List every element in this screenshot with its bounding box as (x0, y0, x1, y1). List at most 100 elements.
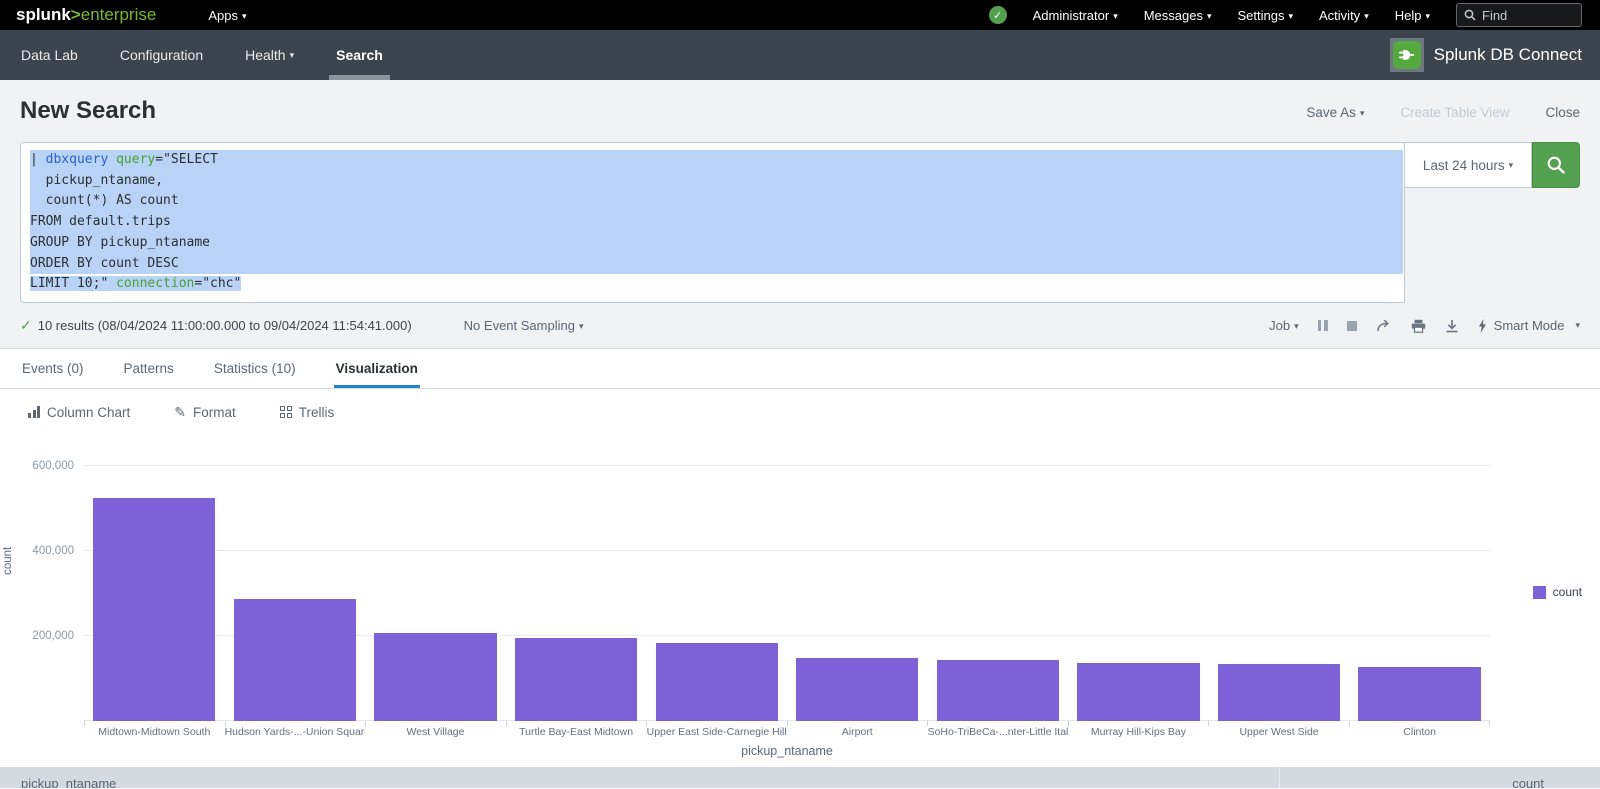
x-axis-category-label: Clinton (1349, 726, 1490, 744)
print-icon (1411, 319, 1426, 333)
health-status-icon[interactable]: ✓ (989, 6, 1007, 24)
legend-swatch (1533, 586, 1546, 599)
visualization-toolbar: Column Chart ✎ Format Trellis (0, 389, 1600, 435)
chevron-down-icon: ▾ (1364, 11, 1369, 21)
x-axis-title: pickup_ntaname (84, 744, 1490, 762)
chevron-down-icon: ▾ (1575, 320, 1580, 331)
top-chrome-bar: splunk>enterprise Apps▾ ✓ Administrator▾… (0, 0, 1600, 30)
x-axis-category-label: West Village (365, 726, 506, 744)
column-header-pickup-ntaname[interactable]: pickup_ntaname (0, 767, 1280, 788)
chevron-down-icon: ▾ (1425, 11, 1430, 21)
search-mode-menu[interactable]: Smart Mode▾ (1478, 318, 1580, 333)
administrator-menu[interactable]: Administrator▾ (1033, 8, 1118, 23)
statistics-table-header: pickup_ntaname count (0, 767, 1600, 788)
plot-area (84, 445, 1490, 721)
activity-menu[interactable]: Activity▾ (1319, 8, 1369, 23)
app-nav-bar: Data Lab Configuration Health▾ Search Sp… (0, 30, 1600, 80)
messages-menu[interactable]: Messages▾ (1144, 8, 1212, 23)
tab-statistics[interactable]: Statistics (10) (212, 349, 298, 388)
chevron-down-icon: ▾ (242, 11, 247, 21)
chart-bar[interactable] (1358, 667, 1480, 721)
chart-legend[interactable]: count (1533, 585, 1582, 599)
trellis-button[interactable]: Trellis (280, 405, 335, 420)
x-axis-category-labels: Midtown-Midtown SouthHudson Yards-...-Un… (84, 726, 1490, 744)
y-axis-ticks: 200,000400,000600,000 (26, 445, 84, 721)
chart-bar[interactable] (515, 638, 637, 721)
event-sampling-menu[interactable]: No Event Sampling▾ (464, 318, 584, 333)
query-line: GROUP BY pickup_ntaname (30, 233, 1395, 254)
close-button[interactable]: Close (1545, 105, 1580, 120)
nav-item-health[interactable]: Health▾ (224, 30, 315, 80)
chart-bar[interactable] (1077, 663, 1199, 721)
chart-bar[interactable] (234, 599, 356, 721)
chevron-down-icon: ▾ (1360, 108, 1365, 118)
query-line: pickup_ntaname, (30, 171, 1395, 192)
x-axis-category-label: Turtle Bay-East Midtown (506, 726, 647, 744)
trellis-grid-icon (280, 406, 292, 418)
splunk-logo[interactable]: splunk>enterprise (16, 5, 156, 25)
share-icon (1376, 319, 1392, 333)
share-button[interactable] (1376, 319, 1392, 333)
query-line: | dbxquery query="SELECT (30, 150, 1395, 171)
results-summary: 10 results (08/04/2024 11:00:00.000 to 0… (38, 318, 412, 333)
column-header-count[interactable]: count (1280, 767, 1600, 788)
chart-type-button[interactable]: Column Chart (28, 405, 130, 420)
download-icon (1445, 319, 1459, 333)
x-axis-category-label: Upper East Side-Carnegie Hill (646, 726, 787, 744)
chevron-down-icon: ▾ (1294, 321, 1299, 331)
chart-bar[interactable] (796, 658, 918, 721)
search-query-input[interactable]: | dbxquery query="SELECT pickup_ntaname,… (20, 142, 1405, 303)
settings-menu[interactable]: Settings▾ (1238, 8, 1294, 23)
run-search-button[interactable] (1532, 142, 1580, 188)
legend-label: count (1553, 585, 1582, 599)
job-status-bar: ✓ 10 results (08/04/2024 11:00:00.000 to… (0, 303, 1600, 349)
search-icon (1546, 155, 1566, 175)
chevron-down-icon: ▾ (1509, 160, 1514, 171)
lightning-bolt-icon (1478, 319, 1487, 333)
save-as-button[interactable]: Save As▾ (1306, 105, 1364, 120)
x-axis-category-label: Airport (787, 726, 928, 744)
query-line: LIMIT 10;" connection="chc" (30, 274, 1395, 295)
chart-bar[interactable] (937, 660, 1059, 721)
job-menu[interactable]: Job▾ (1269, 318, 1299, 333)
app-title: Splunk DB Connect (1434, 45, 1582, 65)
query-line: FROM default.trips (30, 212, 1395, 233)
page-title: New Search (20, 97, 156, 125)
pause-button[interactable] (1318, 320, 1328, 331)
export-button[interactable] (1445, 319, 1459, 333)
create-table-view-button: Create Table View (1400, 105, 1509, 120)
x-axis-category-label: Hudson Yards-...-Union Square (225, 726, 366, 744)
help-menu[interactable]: Help▾ (1395, 8, 1430, 23)
nav-item-data-lab[interactable]: Data Lab (0, 30, 99, 80)
column-chart: count 200,000400,000600,000 Midtown-Midt… (0, 435, 1600, 757)
query-line: count(*) AS count (30, 191, 1395, 212)
stop-icon (1347, 321, 1357, 331)
column-chart-icon (28, 406, 40, 418)
chart-bar[interactable] (93, 498, 215, 721)
x-axis-category-label: Midtown-Midtown South (84, 726, 225, 744)
query-line: ORDER BY count DESC (30, 254, 1395, 275)
success-check-icon: ✓ (20, 317, 32, 334)
time-range-picker[interactable]: Last 24 hours▾ (1405, 142, 1532, 188)
apps-menu[interactable]: Apps▾ (208, 8, 246, 23)
tab-visualization[interactable]: Visualization (334, 349, 420, 388)
pause-icon (1318, 320, 1328, 331)
results-tabs: Events (0) Patterns Statistics (10) Visu… (0, 349, 1600, 389)
print-button[interactable] (1411, 319, 1426, 333)
format-button[interactable]: ✎ Format (174, 404, 236, 421)
tab-patterns[interactable]: Patterns (122, 349, 176, 388)
find-search-input[interactable]: Find (1456, 3, 1582, 27)
chevron-down-icon: ▾ (1288, 11, 1293, 21)
nav-item-configuration[interactable]: Configuration (99, 30, 224, 80)
stop-button[interactable] (1347, 321, 1357, 331)
x-axis-category-label: Murray Hill-Kips Bay (1068, 726, 1209, 744)
chevron-down-icon: ▾ (1113, 11, 1118, 21)
chevron-down-icon: ▾ (579, 321, 584, 331)
chart-bar[interactable] (1218, 664, 1340, 721)
chart-bar[interactable] (374, 633, 496, 721)
nav-item-search[interactable]: Search (315, 30, 404, 80)
plug-icon (1393, 41, 1421, 69)
y-axis-title: count (2, 547, 14, 575)
chart-bar[interactable] (656, 643, 778, 721)
tab-events[interactable]: Events (0) (20, 349, 86, 388)
